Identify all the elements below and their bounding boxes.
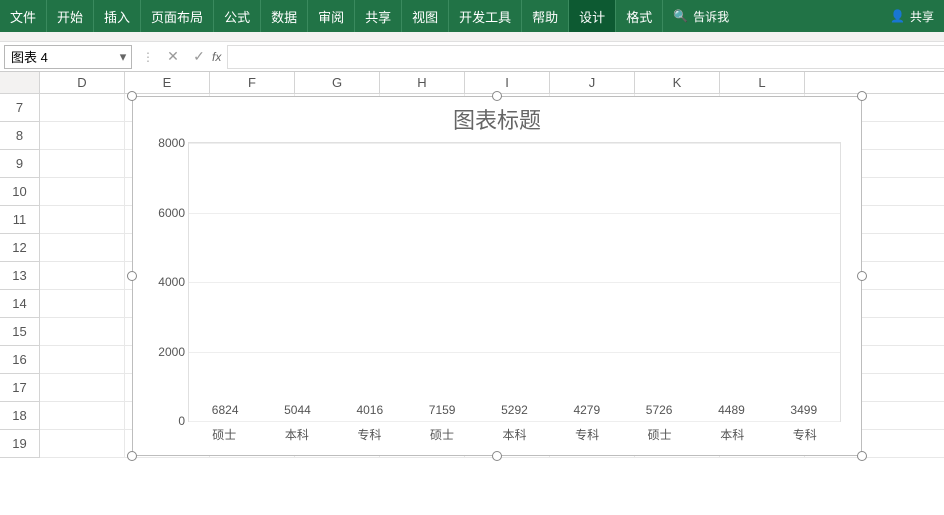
row-header-18[interactable]: 18 — [0, 402, 40, 430]
x-tick-label: 硕士 — [406, 426, 479, 443]
formula-bar-row: 图表 4 ▾ ⋮ ✕ ✓ fx — [0, 42, 944, 72]
separator-icon: ⋮ — [136, 50, 160, 64]
data-label: 4279 — [557, 403, 617, 417]
row-header-7[interactable]: 7 — [0, 94, 40, 122]
x-tick-label: 本科 — [696, 426, 769, 443]
data-label: 7159 — [412, 403, 472, 417]
selection-handle[interactable] — [857, 91, 867, 101]
row-header-13[interactable]: 13 — [0, 262, 40, 290]
data-label: 4016 — [340, 403, 400, 417]
enter-icon[interactable]: ✓ — [186, 48, 212, 65]
data-label: 6824 — [195, 403, 255, 417]
y-tick-label: 6000 — [147, 206, 185, 220]
ribbon-tab-developer[interactable]: 开发工具 — [449, 0, 522, 32]
selection-handle[interactable] — [857, 451, 867, 461]
data-label: 5044 — [267, 403, 327, 417]
row-header-14[interactable]: 14 — [0, 290, 40, 318]
selection-handle[interactable] — [127, 91, 137, 101]
search-icon: 🔍 — [673, 9, 688, 23]
y-tick-label: 2000 — [147, 345, 185, 359]
selection-handle[interactable] — [127, 451, 137, 461]
formula-input[interactable] — [227, 45, 944, 69]
ribbon-tab-insert[interactable]: 插入 — [94, 0, 141, 32]
ribbon: 文件 开始 插入 页面布局 公式 数据 审阅 共享 视图 开发工具 帮助 设计 … — [0, 0, 944, 32]
ribbon-tab-data[interactable]: 数据 — [261, 0, 308, 32]
selection-handle[interactable] — [127, 271, 137, 281]
y-tick-label: 0 — [147, 414, 185, 428]
name-box-value: 图表 4 — [11, 47, 48, 66]
chart-plot-area[interactable]: 0200040006000800068245044401671595292427… — [188, 142, 841, 422]
column-headers: DEFGHIJKL — [0, 72, 944, 94]
ribbon-tellme[interactable]: 🔍 告诉我 — [663, 0, 739, 32]
user-icon: 👤 — [890, 9, 905, 23]
data-label: 4489 — [701, 403, 761, 417]
name-box[interactable]: 图表 4 ▾ — [4, 45, 132, 69]
selection-handle[interactable] — [492, 451, 502, 461]
row-header-11[interactable]: 11 — [0, 206, 40, 234]
x-tick-label: 专科 — [333, 426, 406, 443]
x-tick-label: 硕士 — [623, 426, 696, 443]
x-tick-label: 本科 — [478, 426, 551, 443]
row-header-17[interactable]: 17 — [0, 374, 40, 402]
column-header-D[interactable]: D — [40, 72, 125, 93]
ribbon-tab-file[interactable]: 文件 — [0, 0, 47, 32]
ribbon-tab-format[interactable]: 格式 — [616, 0, 663, 32]
ribbon-share-button[interactable]: 👤 共享 — [880, 0, 944, 32]
column-header-L[interactable]: L — [720, 72, 805, 93]
ribbon-tab-design[interactable]: 设计 — [569, 0, 616, 32]
row-header-16[interactable]: 16 — [0, 346, 40, 374]
x-tick-label: 专科 — [769, 426, 842, 443]
row-header-15[interactable]: 15 — [0, 318, 40, 346]
data-label: 5292 — [484, 403, 544, 417]
row-header-8[interactable]: 8 — [0, 122, 40, 150]
row-header-19[interactable]: 19 — [0, 430, 40, 458]
ribbon-collapsed-area — [0, 32, 944, 42]
name-box-dropdown-icon[interactable]: ▾ — [115, 49, 131, 65]
ribbon-tab-pagelayout[interactable]: 页面布局 — [141, 0, 214, 32]
worksheet: DEFGHIJKL 78910111213141516171819 图表标题 0… — [0, 72, 944, 458]
column-header-I[interactable]: I — [465, 72, 550, 93]
ribbon-tab-home[interactable]: 开始 — [47, 0, 94, 32]
x-tick-label: 专科 — [551, 426, 624, 443]
row-headers: 78910111213141516171819 — [0, 94, 40, 458]
x-tick-label: 本科 — [261, 426, 334, 443]
select-all-corner[interactable] — [0, 72, 40, 93]
selection-handle[interactable] — [857, 271, 867, 281]
column-header-F[interactable]: F — [210, 72, 295, 93]
y-tick-label: 8000 — [147, 136, 185, 150]
ribbon-tab-view[interactable]: 视图 — [402, 0, 449, 32]
row-header-12[interactable]: 12 — [0, 234, 40, 262]
chart-title[interactable]: 图表标题 — [133, 97, 861, 138]
ribbon-tab-review[interactable]: 审阅 — [308, 0, 355, 32]
ribbon-tab-share[interactable]: 共享 — [355, 0, 402, 32]
ribbon-tab-formulas[interactable]: 公式 — [214, 0, 261, 32]
data-label: 5726 — [629, 403, 689, 417]
cancel-icon[interactable]: ✕ — [160, 48, 186, 65]
row-header-9[interactable]: 9 — [0, 150, 40, 178]
column-header-H[interactable]: H — [380, 72, 465, 93]
share-label: 共享 — [910, 8, 934, 25]
data-label: 3499 — [774, 403, 834, 417]
tellme-label: 告诉我 — [693, 8, 729, 25]
column-header-G[interactable]: G — [295, 72, 380, 93]
x-tick-label: 硕士 — [188, 426, 261, 443]
column-header-K[interactable]: K — [635, 72, 720, 93]
column-header-J[interactable]: J — [550, 72, 635, 93]
cells-area[interactable]: 图表标题 0 2000 4000 6000 8000 6824 5044 4016 7159 52… — [40, 94, 944, 458]
row-header-10[interactable]: 10 — [0, 178, 40, 206]
chart-object[interactable]: 图表标题 0 2000 4000 6000 8000 6824 5044 4016 7159 52… — [132, 96, 862, 456]
selection-handle[interactable] — [492, 91, 502, 101]
y-tick-label: 4000 — [147, 275, 185, 289]
fx-label[interactable]: fx — [212, 50, 227, 64]
chart-x-axis: 硕士本科专科硕士本科专科硕士本科专科 — [188, 426, 841, 443]
column-header-E[interactable]: E — [125, 72, 210, 93]
ribbon-tab-help[interactable]: 帮助 — [522, 0, 569, 32]
